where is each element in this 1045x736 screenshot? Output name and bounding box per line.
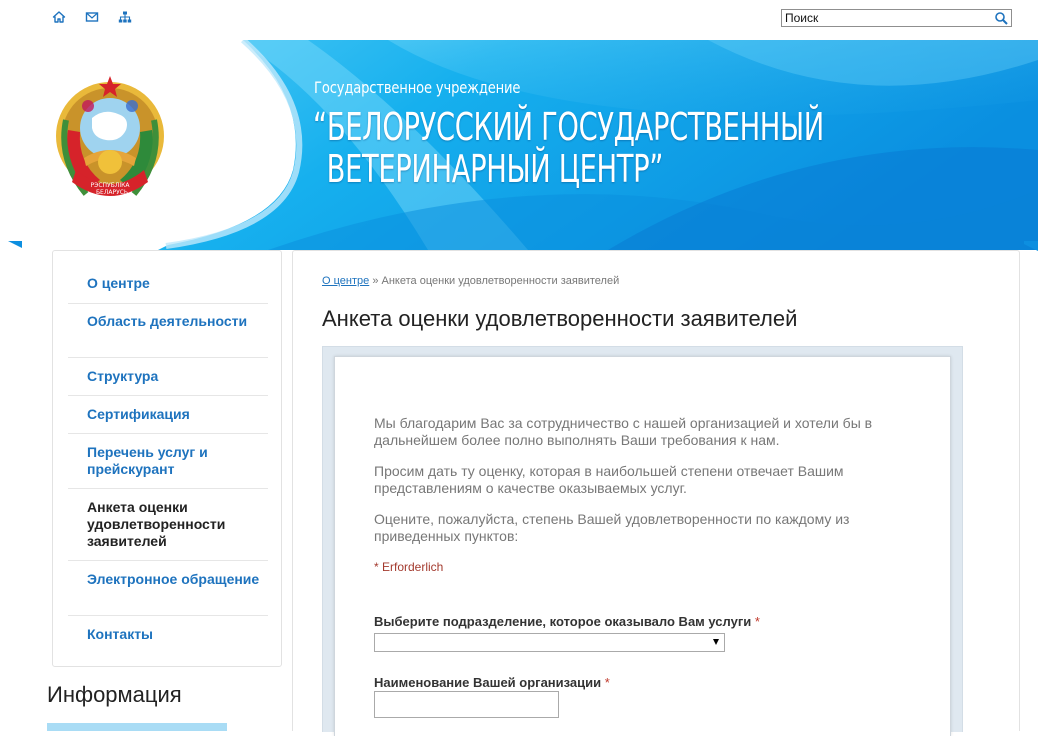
header-subtitle: Государственное учреждение — [314, 78, 521, 97]
top-bar — [0, 0, 1045, 40]
search-input[interactable] — [782, 10, 990, 26]
info-heading: Информация — [47, 682, 182, 707]
page-title: Анкета оценки удовлетворенности заявител… — [322, 306, 798, 331]
header-title: “БЕЛОРУССКИЙ ГОСУДАРСТВЕННЫЙ ВЕТЕРИНАРНЫ… — [313, 106, 824, 190]
header-banner: РЭСПУБЛІКА БЕЛАРУСЬ Государственное учре… — [8, 40, 1038, 250]
search-box — [781, 9, 1012, 27]
form-intro-1: Мы благодарим Вас за сотрудничество с на… — [374, 415, 873, 448]
organization-field-label: Наименование Вашей организации * — [374, 675, 610, 690]
sidebar-item-about[interactable]: О центре — [68, 275, 268, 304]
svg-text:БЕЛАРУСЬ: БЕЛАРУСЬ — [96, 189, 128, 196]
header-title-line2: ВЕТЕРИНАРНЫЙ ЦЕНТР” — [326, 147, 664, 191]
sitemap-icon[interactable] — [118, 10, 134, 26]
breadcrumb: О центре » Анкета оценки удовлетвореннос… — [322, 275, 619, 287]
department-select[interactable] — [374, 633, 725, 652]
mail-icon[interactable] — [85, 10, 101, 26]
sidebar-item-contacts[interactable]: Контакты — [68, 626, 268, 654]
embedded-form-frame: Мы благодарим Вас за сотрудничество с на… — [322, 346, 963, 736]
survey-form: Мы благодарим Вас за сотрудничество с на… — [334, 356, 951, 736]
department-field-label: Выберите подразделение, которое оказывал… — [374, 614, 760, 629]
required-star: * — [754, 614, 760, 629]
breadcrumb-current: Анкета оценки удовлетворенности заявител… — [381, 275, 620, 287]
header-title-line1: “БЕЛОРУССКИЙ ГОСУДАРСТВЕННЫЙ — [313, 105, 824, 149]
main-content: О центре » Анкета оценки удовлетвореннос… — [292, 250, 1020, 736]
emblem-ribbon-text: РЭСПУБЛІКА — [91, 182, 131, 189]
breadcrumb-home-link[interactable]: О центре — [322, 275, 369, 287]
sidebar-item-activity[interactable]: Область деятельности — [68, 313, 268, 358]
breadcrumb-separator: » — [372, 275, 379, 287]
form-intro-2: Просим дать ту оценку, которая в наиболь… — [374, 463, 844, 496]
sidebar-item-certification[interactable]: Сертификация — [68, 406, 268, 434]
sidebar-item-structure[interactable]: Структура — [68, 368, 268, 396]
coat-of-arms: РЭСПУБЛІКА БЕЛАРУСЬ — [56, 76, 164, 196]
organization-input[interactable] — [374, 691, 559, 718]
search-icon[interactable] — [994, 11, 1009, 26]
sidebar-item-survey[interactable]: Анкета оценки удовлетворенности заявител… — [68, 499, 268, 561]
sidebar-item-services[interactable]: Перечень услуг и прейскурант — [68, 444, 268, 489]
form-intro-3: Оцените, пожалуйста, степень Вашей удовл… — [374, 511, 850, 544]
info-banner[interactable] — [47, 723, 227, 731]
chevron-down-icon — [713, 639, 719, 645]
required-note: * Erforderlich — [374, 560, 444, 574]
sidebar-nav: О центре Область деятельности Структура … — [52, 250, 282, 667]
sidebar-item-electronic-appeal[interactable]: Электронное обращение — [68, 571, 268, 616]
required-star: * — [604, 675, 610, 690]
home-icon[interactable] — [52, 10, 68, 26]
